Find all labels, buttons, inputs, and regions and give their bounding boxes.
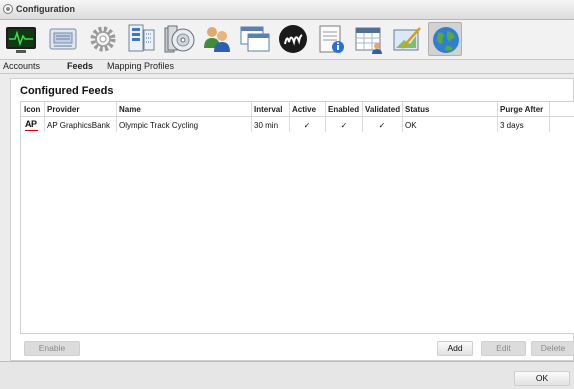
globe-icon (433, 27, 459, 53)
tab-feeds[interactable]: Feeds (67, 61, 93, 71)
toolbar-settings-button[interactable] (86, 22, 120, 56)
cell-provider: AP GraphicsBank (47, 121, 110, 130)
monitor-icon (6, 27, 36, 53)
edit-button[interactable]: Edit (481, 341, 526, 356)
users-icon (204, 27, 230, 52)
toolbar-notes-button[interactable] (314, 22, 348, 56)
column-header-icon[interactable]: Icon (24, 105, 40, 114)
add-button[interactable]: Add (437, 341, 473, 356)
column-header-active[interactable]: Active (292, 105, 316, 114)
ap-icon-label: AP (25, 119, 37, 129)
column-header-provider[interactable]: Provider (47, 105, 79, 114)
cell-validated-check: ✓ (378, 121, 386, 130)
column-header-validated[interactable]: Validated (365, 105, 400, 114)
title-bar: Configuration (0, 0, 574, 20)
tab-accounts[interactable]: Accounts (3, 61, 40, 71)
tab-mapping-profiles[interactable]: Mapping Profiles (107, 61, 174, 71)
media-player-icon (49, 28, 77, 50)
column-header-interval[interactable]: Interval (254, 105, 282, 114)
feeds-table: Icon Provider Name Interval Active Enabl… (20, 101, 574, 334)
windows-icon (240, 26, 270, 52)
section-title: Configured Feeds (20, 85, 114, 97)
toolbar-drawing-button[interactable] (390, 22, 424, 56)
drawing-pen-icon (393, 27, 421, 51)
toolbar-feeds-button[interactable] (428, 22, 462, 56)
brand-logo-icon (279, 25, 307, 53)
toolbar-brand-button[interactable] (276, 22, 310, 56)
table-row[interactable]: AP AP GraphicsBank Olympic Track Cycling… (21, 117, 574, 133)
cell-interval: 30 min (254, 121, 279, 130)
toolbar-windows-button[interactable] (238, 22, 272, 56)
toolbar-server-button[interactable] (124, 22, 158, 56)
toolbar-calendar-button[interactable] (352, 22, 386, 56)
toolbar-monitor-button[interactable] (4, 22, 38, 56)
settings-gear-icon (90, 26, 116, 52)
delete-button[interactable]: Delete (531, 341, 574, 356)
feeds-panel: Configured Feeds Icon Provider Name Inte… (10, 78, 574, 361)
column-header-enabled[interactable]: Enabled (328, 105, 359, 114)
column-header-status[interactable]: Status (405, 105, 429, 114)
tab-bar: Accounts Feeds Mapping Profiles (0, 60, 574, 74)
toolbar-users-button[interactable] (200, 22, 234, 56)
ap-provider-icon: AP (25, 119, 45, 131)
toolbar-player-button[interactable] (46, 22, 80, 56)
enable-button[interactable]: Enable (24, 341, 80, 356)
cell-active-check: ✓ (303, 121, 311, 130)
window-menu-icon[interactable] (3, 4, 13, 14)
cd-archive-icon (164, 25, 195, 53)
database-server-icon (128, 24, 155, 52)
cell-status: OK (405, 121, 417, 130)
ok-button[interactable]: OK (514, 371, 570, 386)
toolbar (0, 20, 574, 60)
tab-divider (0, 73, 574, 74)
column-header-purge-after[interactable]: Purge After (500, 105, 543, 114)
column-header-name[interactable]: Name (119, 105, 141, 114)
calendar-user-icon (355, 27, 382, 54)
cell-purge-after: 3 days (500, 121, 524, 130)
dialog-footer: OK (0, 361, 574, 389)
ap-icon-underline (25, 130, 38, 131)
cell-name: Olympic Track Cycling (119, 121, 199, 130)
notepad-info-icon (319, 25, 344, 53)
window-title: Configuration (16, 4, 75, 14)
toolbar-archive-button[interactable] (162, 22, 196, 56)
cell-enabled-check: ✓ (340, 121, 348, 130)
table-header: Icon Provider Name Interval Active Enabl… (21, 102, 574, 117)
